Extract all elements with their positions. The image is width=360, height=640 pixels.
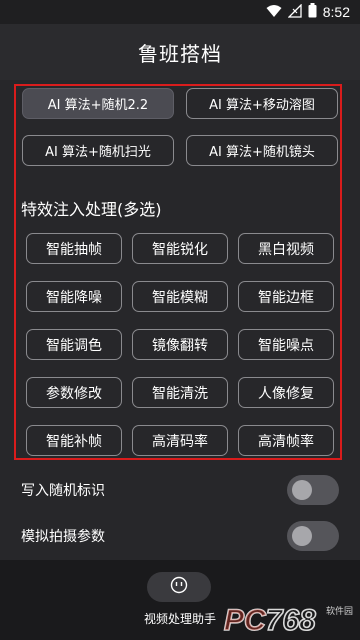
smiley-icon bbox=[170, 576, 188, 598]
wifi-icon bbox=[266, 3, 282, 22]
status-time: 8:52 bbox=[322, 4, 350, 20]
setting-row-random-mark: 写入随机标识 bbox=[0, 468, 360, 512]
status-icons: 8:52 bbox=[266, 2, 350, 22]
assistant-button[interactable] bbox=[147, 572, 211, 602]
cellular-icon bbox=[287, 2, 302, 22]
setting-row-simulate-params: 模拟拍摄参数 bbox=[0, 514, 360, 558]
setting-label: 模拟拍摄参数 bbox=[21, 529, 105, 545]
setting-label: 写入随机标识 bbox=[21, 483, 105, 499]
simulate-params-toggle[interactable] bbox=[287, 521, 339, 551]
status-bar: 8:52 bbox=[0, 0, 360, 24]
battery-icon bbox=[308, 2, 317, 22]
toggle-knob bbox=[292, 526, 312, 546]
svg-text:软件园: 软件园 bbox=[326, 605, 353, 617]
toggle-knob bbox=[292, 480, 312, 500]
pc768-watermark-logo: PC768 PC 软件园 bbox=[222, 598, 356, 638]
highlight-box bbox=[14, 84, 342, 460]
page-title: 鲁班搭档 bbox=[138, 41, 222, 66]
app-bar: 鲁班搭档 bbox=[0, 24, 360, 80]
svg-text:PC: PC bbox=[224, 604, 267, 637]
random-mark-toggle[interactable] bbox=[287, 475, 339, 505]
